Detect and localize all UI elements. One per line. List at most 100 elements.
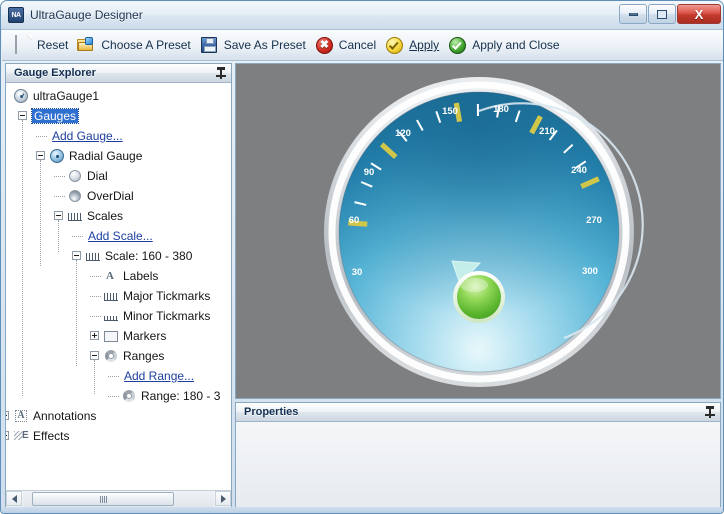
tree-guide-line <box>22 120 23 396</box>
save-as-preset-label: Save As Preset <box>224 38 306 52</box>
tree-node-label[interactable]: Effects <box>33 429 69 443</box>
tree-node[interactable]: ultraGauge1 <box>6 86 231 106</box>
scale-label: 300 <box>582 266 598 277</box>
collapse-node-icon[interactable] <box>72 251 81 260</box>
title-bar[interactable]: NA UltraGauge Designer X <box>1 1 724 30</box>
tree-guide-line <box>94 360 95 394</box>
tree-node-label[interactable]: ultraGauge1 <box>33 89 99 103</box>
tree-node[interactable]: Add Gauge... <box>6 126 231 146</box>
expand-node-icon[interactable] <box>6 431 9 440</box>
tree-connector <box>108 396 119 397</box>
document-icon <box>13 36 31 54</box>
maximize-button[interactable] <box>648 4 676 24</box>
tree-node-label[interactable]: Add Gauge... <box>52 129 123 143</box>
tree-node-label[interactable]: OverDial <box>87 189 134 203</box>
gauge-design-canvas[interactable]: 306090120150180210240270300 <box>235 63 721 399</box>
collapse-node-icon[interactable] <box>36 151 45 160</box>
tree-node-label[interactable]: Range: 180 - 3 <box>141 389 220 403</box>
scale-label: 120 <box>395 128 411 139</box>
gauge-explorer-tree[interactable]: ultraGauge1 Gauges Add Gauge... Radial Gaug… <box>6 83 231 490</box>
tree-node[interactable]: Range: 180 - 3 <box>6 386 231 406</box>
collapse-node-icon[interactable] <box>54 211 63 220</box>
expand-node-icon[interactable] <box>6 411 9 420</box>
tree-node[interactable]: E Effects <box>6 426 231 446</box>
scale-label: 210 <box>539 126 555 137</box>
gauge-icon <box>14 89 29 104</box>
markers-icon <box>104 329 119 344</box>
ticks-icon <box>68 209 83 224</box>
apply-button[interactable]: Apply <box>382 32 445 58</box>
scrollbar-thumb[interactable] <box>32 492 174 506</box>
tree-connector <box>54 196 65 197</box>
scale-label: 270 <box>586 215 602 226</box>
donut-icon <box>122 389 137 404</box>
tree-node[interactable]: Major Tickmarks <box>6 286 231 306</box>
tree-node-label[interactable]: Scale: 160 - 380 <box>105 249 192 263</box>
choose-a-preset-button[interactable]: Choose A Preset <box>74 32 196 58</box>
reset-button[interactable]: Reset <box>10 32 74 58</box>
maximize-icon <box>657 10 667 19</box>
scale-label: 90 <box>364 167 375 178</box>
properties-panel: Properties <box>235 402 721 508</box>
properties-grid[interactable] <box>236 422 720 507</box>
tree-node[interactable]: A Labels <box>6 266 231 286</box>
scale-label: 30 <box>352 267 363 278</box>
tree-node-label[interactable]: Scales <box>87 209 123 223</box>
tree-node-label[interactable]: Minor Tickmarks <box>123 309 210 323</box>
tree-connector <box>90 316 101 317</box>
red-x-circle-icon: ✖ <box>315 36 333 54</box>
green-check-circle-icon <box>448 36 466 54</box>
tree-node[interactable]: Ranges <box>6 346 231 366</box>
folder-open-icon <box>77 36 95 54</box>
pin-icon[interactable] <box>705 406 715 418</box>
tree-guide-line <box>40 160 41 266</box>
tree-node[interactable]: Markers <box>6 326 231 346</box>
donut-icon <box>104 349 119 364</box>
scale-label: 150 <box>442 106 458 117</box>
sphere-light-icon <box>68 169 83 184</box>
tree-node[interactable]: Minor Tickmarks <box>6 306 231 326</box>
save-as-preset-button[interactable]: Save As Preset <box>197 32 312 58</box>
gauge-explorer-panel: Gauge Explorer ultraGauge1 Gauges Add Gaug… <box>5 63 232 508</box>
scale-label: 180 <box>493 104 509 115</box>
yellow-check-circle-icon <box>385 36 403 54</box>
pin-icon[interactable] <box>216 67 226 79</box>
gauge-explorer-header: Gauge Explorer <box>6 64 231 83</box>
tree-node[interactable]: AAnnotations <box>6 406 231 426</box>
tree-node-label[interactable]: Radial Gauge <box>69 149 142 163</box>
window-controls: X <box>619 4 721 24</box>
expand-node-icon[interactable] <box>90 331 99 340</box>
reset-label: Reset <box>37 38 68 52</box>
tree-node[interactable]: Add Range... <box>6 366 231 386</box>
tree-node-label[interactable]: Major Tickmarks <box>123 289 210 303</box>
tree-node-label[interactable]: Add Range... <box>124 369 194 383</box>
tree-node-label[interactable]: Add Scale... <box>88 229 153 243</box>
cancel-button[interactable]: ✖ Cancel <box>312 32 382 58</box>
properties-title: Properties <box>244 406 298 418</box>
chevron-right-icon[interactable] <box>215 491 231 506</box>
tree-node-label[interactable]: Dial <box>87 169 108 183</box>
apply-and-close-button[interactable]: Apply and Close <box>445 32 565 58</box>
radial-gauge-preview[interactable]: 306090120150180210240270300 <box>236 64 720 398</box>
collapse-node-icon[interactable] <box>18 111 27 120</box>
tree-horizontal-scrollbar[interactable] <box>6 490 231 507</box>
tree-node-label[interactable]: Ranges <box>123 349 164 363</box>
major-ticks-icon <box>104 289 119 304</box>
tree-node[interactable]: Gauges <box>6 106 231 126</box>
label-a-icon: A <box>104 269 119 284</box>
tree-node-label[interactable]: Annotations <box>33 409 96 423</box>
window-title: UltraGauge Designer <box>30 8 143 22</box>
chevron-left-icon[interactable] <box>6 491 22 506</box>
radial-gauge-svg: 306090120150180210240270300 <box>236 64 722 400</box>
tree-connector <box>36 136 47 137</box>
tree-guide-line <box>58 220 59 252</box>
close-button[interactable]: X <box>677 4 721 24</box>
close-icon: X <box>695 8 704 21</box>
tree-node-label[interactable]: Markers <box>123 329 166 343</box>
effects-e-icon: E <box>14 429 29 444</box>
tree-node-label[interactable]: Labels <box>123 269 158 283</box>
gauge-explorer-title: Gauge Explorer <box>14 67 96 79</box>
tree-node-label[interactable]: Gauges <box>32 109 78 123</box>
collapse-node-icon[interactable] <box>90 351 99 360</box>
minimize-button[interactable] <box>619 4 647 24</box>
